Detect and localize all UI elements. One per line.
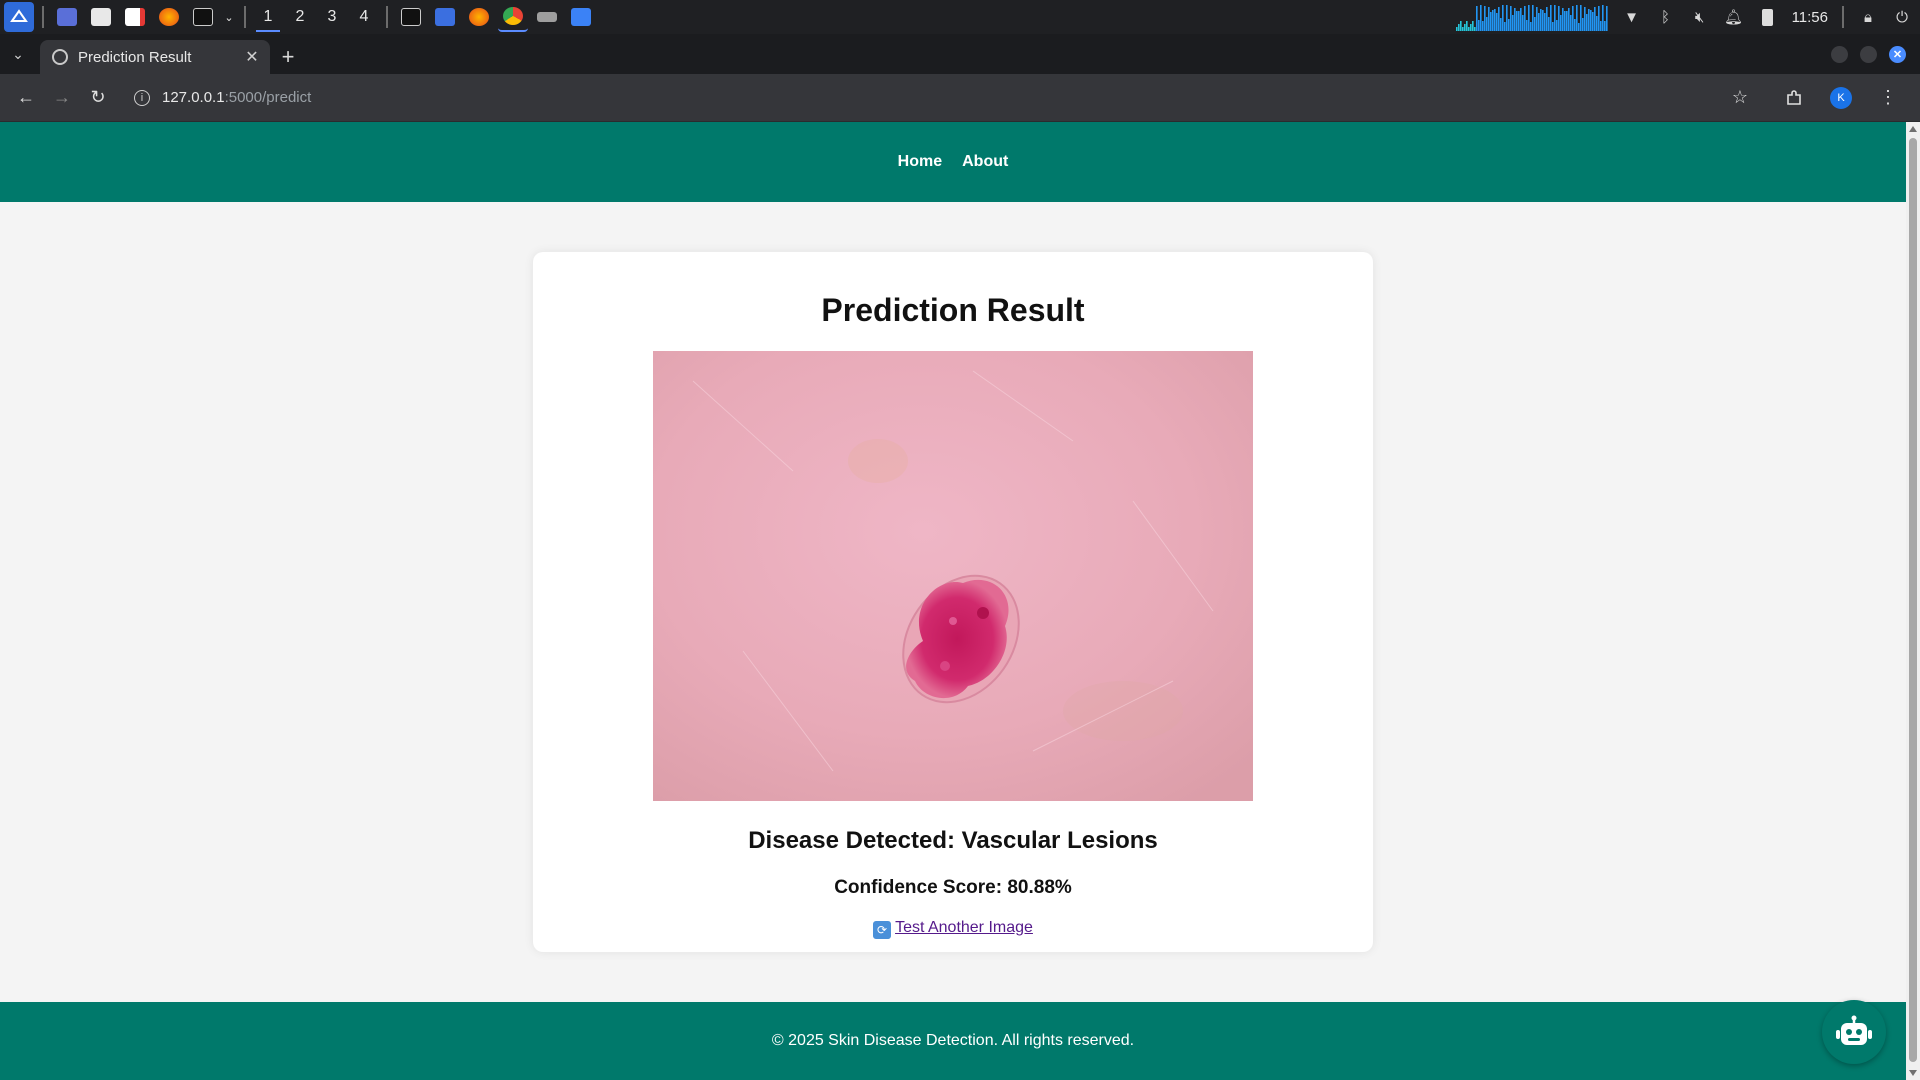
battery-icon[interactable]	[1758, 7, 1778, 27]
firefox-icon[interactable]	[154, 2, 184, 32]
folder-icon[interactable]	[566, 2, 596, 32]
firefox-icon[interactable]	[464, 2, 494, 32]
footer-copyright: © 2025 Skin Disease Detection. All right…	[771, 1032, 1135, 1049]
taskbar-separator	[386, 6, 388, 28]
test-another-image-link[interactable]: ⟳ Test Another Image	[873, 919, 1033, 939]
confidence-score: Confidence Score: 80.88%	[834, 877, 1072, 898]
url-host: 127.0.0.1	[162, 89, 225, 106]
clock[interactable]: 11:56	[1792, 9, 1828, 26]
desktop-icon[interactable]	[52, 2, 82, 32]
info-icon[interactable]: i	[134, 89, 150, 106]
power-icon[interactable]: ⏻	[1892, 7, 1912, 27]
tray-separator	[1842, 6, 1844, 28]
mute-icon[interactable]: 🔇︎	[1690, 7, 1710, 27]
site-footer: © 2025 Skin Disease Detection. All right…	[0, 1002, 1906, 1080]
file-manager-icon[interactable]	[86, 2, 116, 32]
bookmark-star-icon[interactable]: ☆	[1722, 80, 1758, 116]
browser-toolbar: ← → ↻ i 127.0.0.1:5000/predict ☆ K ⋮	[0, 74, 1920, 122]
nav-home-link[interactable]: Home	[898, 153, 942, 171]
browser-tabstrip: ⌄ Prediction Result ✕ + ✕	[0, 34, 1920, 74]
nav-about-link[interactable]: About	[962, 153, 1008, 171]
scroll-up-arrow-icon[interactable]	[1909, 126, 1917, 132]
launcher-icon[interactable]	[4, 2, 34, 32]
bell-icon[interactable]: 🔔︎	[1724, 7, 1744, 27]
window-close-button[interactable]: ✕	[1889, 45, 1906, 63]
profile-avatar[interactable]: K	[1830, 86, 1852, 109]
page-scrollbar[interactable]	[1906, 122, 1920, 1080]
reload-icon: ↻	[90, 87, 106, 107]
page-title: Prediction Result	[821, 292, 1085, 328]
chevron-down-icon: ⌄	[12, 45, 24, 62]
text-editor-icon[interactable]	[120, 2, 150, 32]
chatbot-button[interactable]	[1822, 1000, 1886, 1064]
chevron-down-icon[interactable]: ⌄	[222, 2, 236, 32]
wifi-icon[interactable]: ▼	[1622, 7, 1642, 27]
address-bar[interactable]: i 127.0.0.1:5000/predict	[124, 80, 1722, 116]
taskbar-separator	[42, 6, 44, 28]
robot-icon	[1836, 1015, 1872, 1045]
site-navbar: Home About	[0, 122, 1906, 202]
workspace-2[interactable]: 2	[284, 0, 316, 34]
tab-search-button[interactable]: ⌄	[0, 34, 36, 74]
maximize-button[interactable]	[1860, 45, 1877, 63]
test-another-image-label: Test Another Image	[895, 919, 1033, 936]
workspace-3[interactable]: 3	[316, 0, 348, 34]
refresh-icon: ⟳	[873, 921, 892, 939]
page-viewport: Home About Prediction Result Disease Det…	[0, 122, 1906, 1080]
document-icon[interactable]	[430, 2, 460, 32]
new-tab-button[interactable]: +	[270, 40, 306, 74]
taskbar-separator	[244, 6, 246, 28]
arrow-right-icon: →	[53, 87, 71, 107]
tab-prediction-result[interactable]: Prediction Result ✕	[40, 40, 270, 74]
terminal-icon[interactable]	[396, 2, 426, 32]
chrome-icon[interactable]	[498, 2, 528, 32]
globe-icon	[52, 49, 68, 65]
bluetooth-icon[interactable]: ᛒ	[1656, 7, 1676, 27]
uploaded-skin-image	[653, 351, 1253, 801]
more-menu-icon[interactable]: ⋮	[1870, 80, 1906, 116]
scrollbar-thumb[interactable]	[1909, 138, 1917, 1062]
minimize-button[interactable]	[1831, 45, 1848, 63]
media-icon[interactable]	[532, 2, 562, 32]
disease-detected-heading: Disease Detected: Vascular Lesions	[748, 827, 1158, 854]
reload-button[interactable]: ↻	[80, 80, 116, 116]
workspace-4[interactable]: 4	[348, 0, 380, 34]
back-button[interactable]: ←	[8, 80, 44, 116]
terminal-icon[interactable]	[188, 2, 218, 32]
scroll-down-arrow-icon[interactable]	[1909, 1070, 1917, 1076]
tab-title: Prediction Result	[78, 48, 192, 66]
url-path: :5000/predict	[224, 89, 312, 106]
desktop-taskbar: ⌄ 1 2 3 4 ▼ ᛒ 🔇︎ 🔔︎ 11:56 🔒︎ ⏻	[0, 0, 1920, 34]
extensions-icon[interactable]	[1776, 80, 1812, 116]
forward-button[interactable]: →	[44, 80, 80, 116]
lock-icon[interactable]: 🔒︎	[1858, 7, 1878, 27]
close-icon[interactable]: ✕	[242, 47, 262, 67]
workspace-1[interactable]: 1	[252, 0, 284, 34]
arrow-left-icon: ←	[17, 87, 35, 107]
result-card: Prediction Result Disease Detected: Vasc…	[533, 252, 1373, 952]
network-graph	[1455, 5, 1608, 31]
plus-icon: +	[281, 44, 295, 69]
